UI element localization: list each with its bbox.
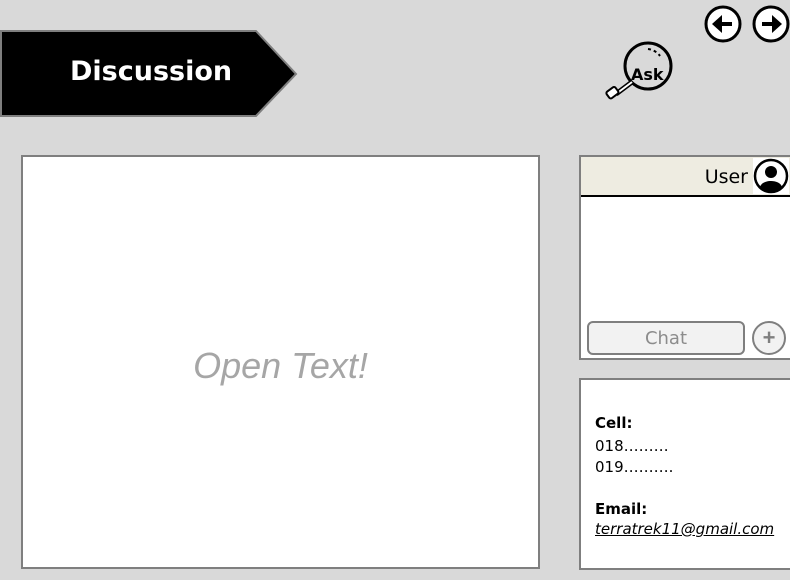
page-title: Discussion — [70, 56, 233, 87]
add-button[interactable]: + — [752, 321, 786, 355]
back-button[interactable] — [703, 4, 743, 44]
chat-panel: User Chat + — [579, 155, 790, 360]
chat-button[interactable]: Chat — [587, 321, 745, 355]
cell-label: Cell: — [595, 414, 633, 432]
contact-panel: Cell: 018……… 019………. Email: terratrek11@… — [579, 378, 790, 570]
forward-button[interactable] — [751, 4, 790, 44]
arrow-right-icon — [752, 5, 790, 43]
open-text-placeholder: Open Text! — [193, 345, 368, 386]
cell-number-2: 019………. — [595, 458, 674, 476]
user-label: User — [704, 166, 748, 188]
arrow-left-icon — [704, 5, 742, 43]
email-link[interactable]: terratrek11@gmail.com — [595, 520, 774, 538]
user-header: User — [581, 157, 790, 197]
email-label: Email: — [595, 500, 648, 518]
open-text-area[interactable]: Open Text! — [21, 155, 540, 569]
cell-number-1: 018……… — [595, 437, 669, 455]
plus-icon: + — [762, 325, 776, 350]
user-avatar-icon[interactable] — [753, 158, 789, 194]
ask-button[interactable]: Ask — [602, 38, 678, 102]
ask-label: Ask — [631, 65, 664, 84]
